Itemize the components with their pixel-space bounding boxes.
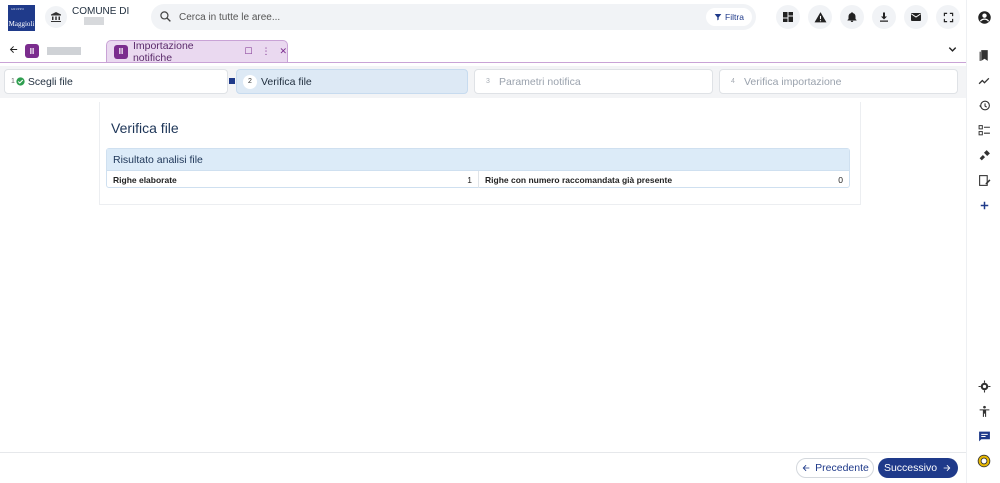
trending-icon [978, 77, 989, 84]
step-number: 3 [486, 78, 490, 85]
fullscreen-button[interactable] [936, 5, 960, 29]
account-circle-icon [977, 10, 991, 24]
comune-name-redacted [84, 17, 104, 25]
dashboard-icon [783, 12, 793, 22]
top-header: GRUPPO Maggioli COMUNE DI Filtra [0, 0, 966, 36]
result-label: Righe con numero raccomandata già presen… [485, 174, 673, 185]
tab-label: Importazione notifiche [132, 39, 194, 64]
filter-icon [714, 14, 722, 21]
search-input[interactable] [179, 4, 699, 30]
apps-button[interactable] [776, 5, 800, 29]
bookmark-icon[interactable]: ☐ [244, 46, 252, 57]
tab-bar: II II Importazione notifiche ☐ ⋮ ✕ [0, 38, 966, 64]
search-icon [160, 11, 171, 22]
step-label: Verifica file [261, 75, 312, 88]
download-button[interactable] [872, 5, 896, 29]
checklist-icon [978, 124, 990, 135]
plus-icon [980, 201, 988, 209]
checklist-button[interactable] [976, 122, 992, 138]
filter-label: Filtra [725, 12, 744, 22]
institution-button[interactable] [45, 6, 67, 28]
footer-divider [0, 452, 966, 453]
global-search-bar: Filtra [151, 4, 756, 30]
edit-note-icon [978, 174, 990, 186]
step-label: Parametri notifica [499, 75, 581, 88]
history-icon [978, 100, 990, 110]
maggioli-logo[interactable]: GRUPPO Maggioli [8, 5, 35, 31]
step-label: Verifica importazione [744, 75, 842, 88]
result-value: 0 [838, 174, 843, 185]
step-number: 1 [11, 78, 15, 85]
chat-button[interactable] [976, 428, 992, 444]
account-button[interactable] [976, 9, 992, 25]
trends-button[interactable] [976, 72, 992, 88]
filter-button[interactable]: Filtra [706, 8, 752, 26]
fullscreen-icon [943, 12, 953, 22]
result-value: 1 [467, 174, 472, 185]
close-icon[interactable]: ✕ [279, 46, 287, 57]
plug-icon [979, 149, 990, 160]
step-scegli-file[interactable]: 1 Scegli file [4, 69, 228, 94]
section-title: Risultato analisi file [107, 149, 849, 171]
step-number: 2 [243, 74, 257, 89]
edit-document-button[interactable] [976, 172, 992, 188]
comune-label: COMUNE DI [72, 6, 130, 17]
current-step-marker [229, 78, 235, 84]
support-ring-icon [977, 454, 991, 468]
add-shortcut-button[interactable] [976, 197, 992, 213]
previous-button[interactable]: Precedente [796, 458, 874, 478]
main-panel: Verifica file Risultato analisi file Rig… [99, 102, 861, 205]
arrow-left-icon [9, 46, 18, 53]
result-label: Righe elaborate [113, 174, 177, 185]
tab-importazione-notifiche[interactable]: II Importazione notifiche ☐ ⋮ ✕ [106, 39, 288, 64]
tabs-menu-button[interactable] [947, 44, 958, 58]
more-vert-icon[interactable]: ⋮ [261, 46, 270, 57]
check-circle-icon [16, 77, 25, 86]
step-verifica-file[interactable]: 2 Verifica file [236, 69, 468, 94]
notifications-button[interactable] [840, 5, 864, 29]
logo-text: Maggioli [8, 20, 35, 28]
bookmarks-icon [979, 49, 988, 61]
messages-button[interactable] [904, 5, 928, 29]
previous-label: Precedente [815, 462, 869, 474]
warning-icon [814, 11, 826, 22]
step-parametri-notifica: 3 Parametri notifica [474, 69, 713, 94]
mail-icon [911, 13, 921, 21]
app-logo-icon: II [25, 44, 39, 58]
logo-group-text: GRUPPO [11, 7, 25, 11]
tab-underline [0, 62, 966, 63]
tab-previous[interactable]: II [25, 40, 105, 62]
app-logo-icon: II [114, 44, 128, 59]
result-row: Righe elaborate 1 Righe con numero racco… [107, 171, 849, 188]
result-cell: Righe con numero raccomandata già presen… [479, 171, 849, 188]
next-button[interactable]: Successivo [878, 458, 958, 478]
arrow-left-icon [802, 464, 810, 472]
plugins-button[interactable] [976, 147, 992, 163]
settings-button[interactable] [976, 378, 992, 394]
accessibility-icon [979, 405, 989, 417]
alerts-button[interactable] [808, 5, 832, 29]
step-verifica-importazione: 4 Verifica importazione [719, 69, 958, 94]
step-label: Scegli file [27, 75, 73, 88]
arrow-right-icon [943, 464, 951, 472]
download-icon [880, 12, 888, 22]
gear-icon [978, 380, 990, 392]
result-cell: Righe elaborate 1 [107, 171, 479, 188]
analysis-result-section: Risultato analisi file Righe elaborate 1… [106, 148, 850, 188]
bell-icon [847, 12, 857, 22]
right-sidebar [966, 0, 1000, 483]
history-button[interactable] [976, 97, 992, 113]
step-number: 4 [731, 78, 735, 85]
page-title: Verifica file [111, 120, 179, 136]
accessibility-button[interactable] [976, 403, 992, 419]
chevron-down-icon [948, 47, 957, 52]
chat-icon [978, 431, 990, 441]
wizard-stepper: 1 Scegli file 2 Verifica file 3 Parametr… [0, 66, 966, 98]
back-button[interactable] [8, 44, 19, 58]
support-button[interactable] [976, 453, 992, 469]
bank-icon [51, 12, 61, 22]
tab-label-redacted [47, 47, 81, 55]
bookmarks-button[interactable] [976, 47, 992, 63]
next-label: Successivo [883, 462, 938, 474]
